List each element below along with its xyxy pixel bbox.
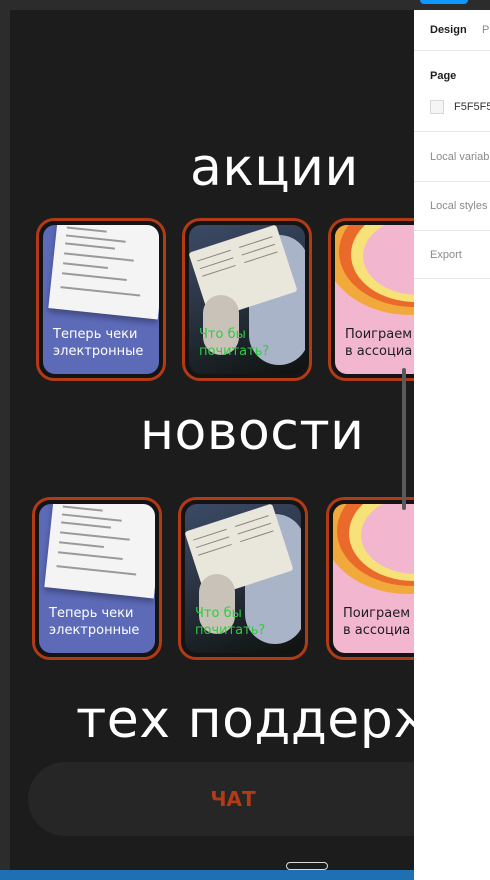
local-styles-row[interactable]: Local styles: [430, 200, 487, 212]
receipt-illustration: [48, 225, 159, 320]
local-variables-row[interactable]: Local variab: [430, 151, 489, 163]
card-caption: Теперь чеки электронные: [49, 606, 140, 638]
chat-button[interactable]: ЧАТ: [28, 762, 414, 836]
book-image: Что бы почитать?: [189, 225, 305, 374]
receipt-image: Теперь чеки электронные: [39, 504, 155, 653]
export-row[interactable]: Export: [430, 249, 462, 261]
card-caption: Что бы почитать?: [199, 327, 270, 359]
section-title-support: тех поддерж: [76, 690, 414, 750]
card-caption: Поиграем в ассоциа: [343, 606, 411, 638]
rainbow-image: Поиграем в ассоциа: [333, 504, 414, 653]
divider: [414, 131, 490, 132]
receipt-image: Теперь чеки электронные: [43, 225, 159, 374]
properties-panel: Design P Page F5F5F5 Local variab Local …: [414, 10, 490, 880]
section-title-news: новости: [140, 402, 365, 462]
news-card-reading[interactable]: Что бы почитать?: [178, 497, 308, 660]
panel-tabs: Design P: [414, 10, 490, 51]
share-button[interactable]: [420, 0, 468, 4]
divider: [414, 181, 490, 182]
card-caption: Теперь чеки электронные: [53, 327, 144, 359]
promo-card-reading[interactable]: Что бы почитать?: [182, 218, 312, 381]
promo-card-receipts[interactable]: Теперь чеки электронные: [36, 218, 166, 381]
book-image: Что бы почитать?: [185, 504, 301, 653]
rainbow-image: Поиграем в ассоциа: [335, 225, 414, 374]
receipt-illustration: [44, 504, 155, 599]
news-card-receipts[interactable]: Теперь чеки электронные: [32, 497, 162, 660]
divider: [414, 278, 490, 279]
news-card-associations[interactable]: Поиграем в ассоциа: [326, 497, 414, 660]
tab-design[interactable]: Design: [430, 24, 467, 36]
card-caption: Что бы почитать?: [195, 606, 266, 638]
page-color-value[interactable]: F5F5F5: [454, 101, 490, 113]
divider: [414, 230, 490, 231]
scrollbar[interactable]: [402, 368, 406, 510]
tab-prototype[interactable]: P: [482, 24, 489, 36]
left-panel-edge: [0, 10, 10, 880]
page-color-swatch[interactable]: [430, 100, 444, 114]
promo-card-associations[interactable]: Поиграем в ассоциа: [328, 218, 414, 381]
card-caption: Поиграем в ассоциа: [345, 327, 413, 359]
page-section-label: Page: [430, 70, 457, 82]
mobile-frame[interactable]: акции Теперь чеки электронные Что бы поч…: [10, 10, 414, 870]
bottom-taskbar: [0, 870, 414, 880]
section-title-promotions: акции: [190, 138, 359, 198]
top-toolbar: [0, 0, 490, 10]
home-indicator: [286, 862, 328, 870]
